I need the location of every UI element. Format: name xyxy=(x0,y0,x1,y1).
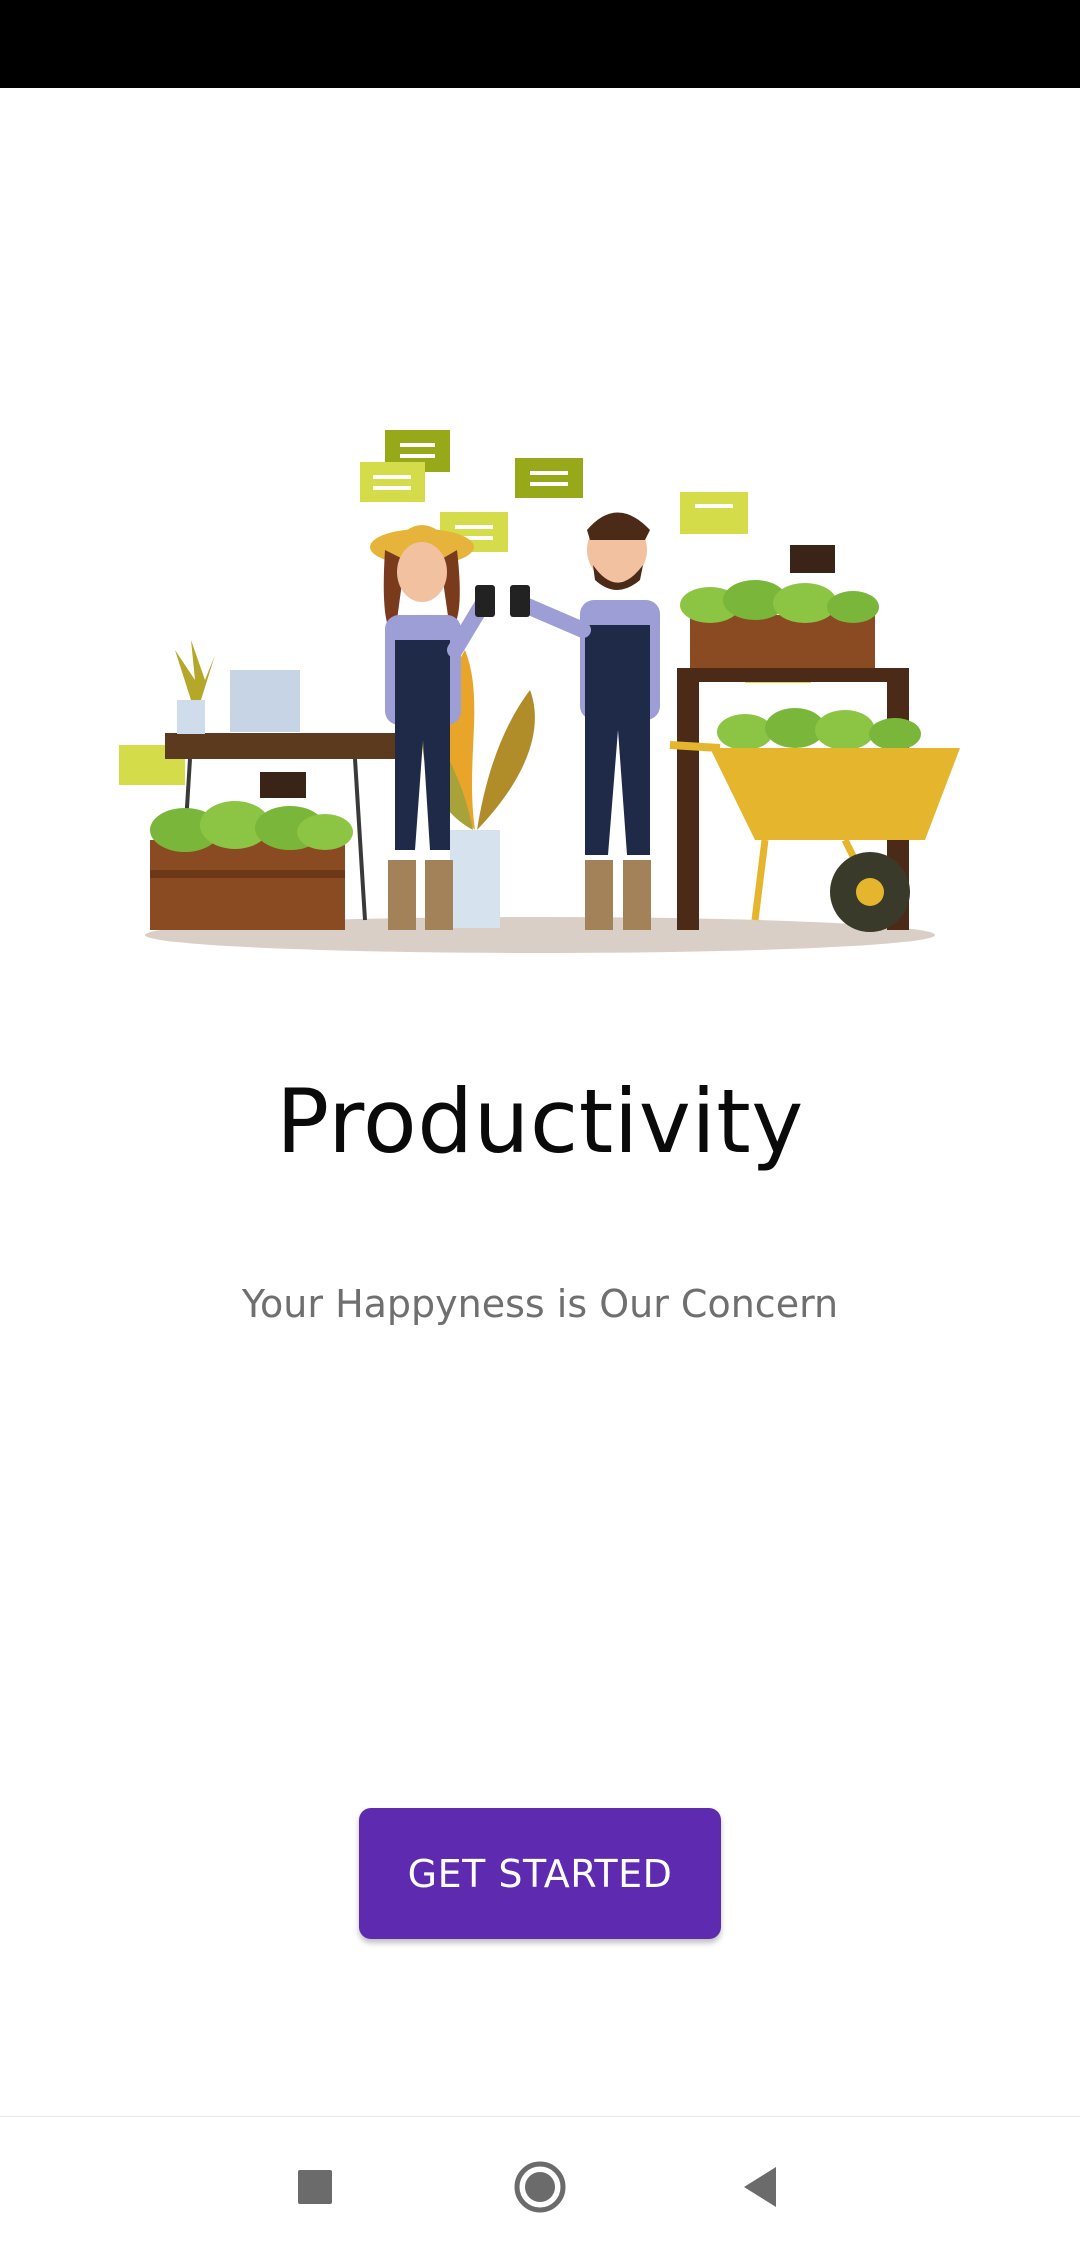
square-icon xyxy=(298,2170,332,2204)
recents-button[interactable] xyxy=(275,2147,355,2227)
navigation-bar xyxy=(0,2116,1080,2247)
page-title: Productivity xyxy=(276,1070,804,1173)
home-button[interactable] xyxy=(500,2147,580,2227)
get-started-button[interactable]: GET STARTED xyxy=(359,1808,721,1939)
triangle-back-icon xyxy=(744,2167,776,2207)
page-subtitle: Your Happyness is Our Concern xyxy=(241,1282,839,1326)
back-button[interactable] xyxy=(720,2147,800,2227)
farmers-illustration xyxy=(119,430,960,953)
circle-home-icon xyxy=(514,2161,566,2213)
status-bar xyxy=(0,0,1080,88)
